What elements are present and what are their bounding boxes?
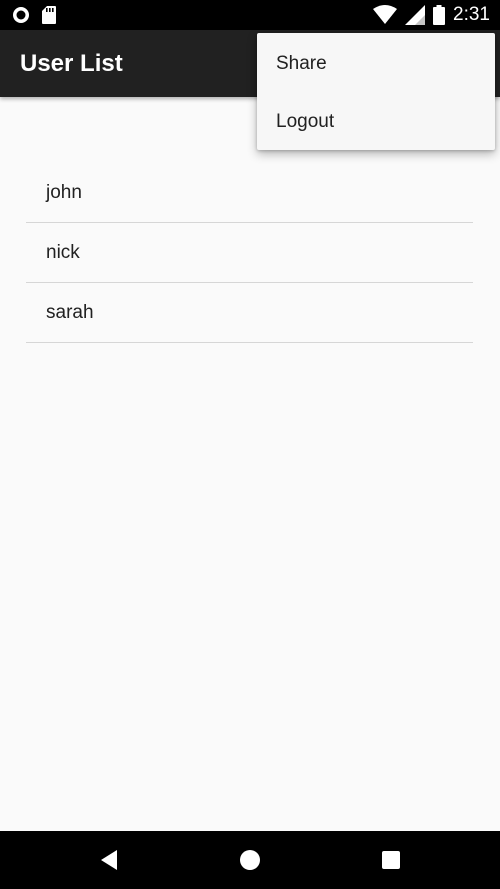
page-title: User List	[20, 50, 123, 77]
list-item-label: john	[46, 182, 82, 203]
status-left-icons	[12, 6, 56, 24]
menu-item-label: Logout	[276, 111, 335, 132]
status-time: 2:31	[453, 4, 490, 25]
status-right-icons: 2:31	[373, 4, 490, 26]
menu-item-logout[interactable]: Logout	[257, 91, 495, 149]
user-list: john nick sarah	[26, 163, 473, 343]
status-bar: 2:31	[0, 0, 500, 30]
wifi-icon	[373, 5, 398, 24]
list-item[interactable]: nick	[26, 223, 473, 283]
list-item-label: nick	[46, 242, 80, 263]
back-icon[interactable]	[99, 849, 121, 871]
recents-icon[interactable]	[380, 849, 402, 871]
nav-bar	[0, 831, 500, 889]
menu-item-label: Share	[276, 53, 327, 74]
battery-icon	[433, 5, 446, 25]
home-icon[interactable]	[239, 849, 261, 871]
record-icon	[13, 7, 29, 23]
overflow-menu: Share Logout	[257, 33, 495, 150]
list-item-label: sarah	[46, 302, 94, 323]
list-item[interactable]: john	[26, 163, 473, 223]
menu-item-share[interactable]: Share	[257, 33, 495, 91]
list-item[interactable]: sarah	[26, 283, 473, 343]
cell-signal-icon	[405, 5, 426, 25]
sd-card-icon	[42, 6, 56, 24]
